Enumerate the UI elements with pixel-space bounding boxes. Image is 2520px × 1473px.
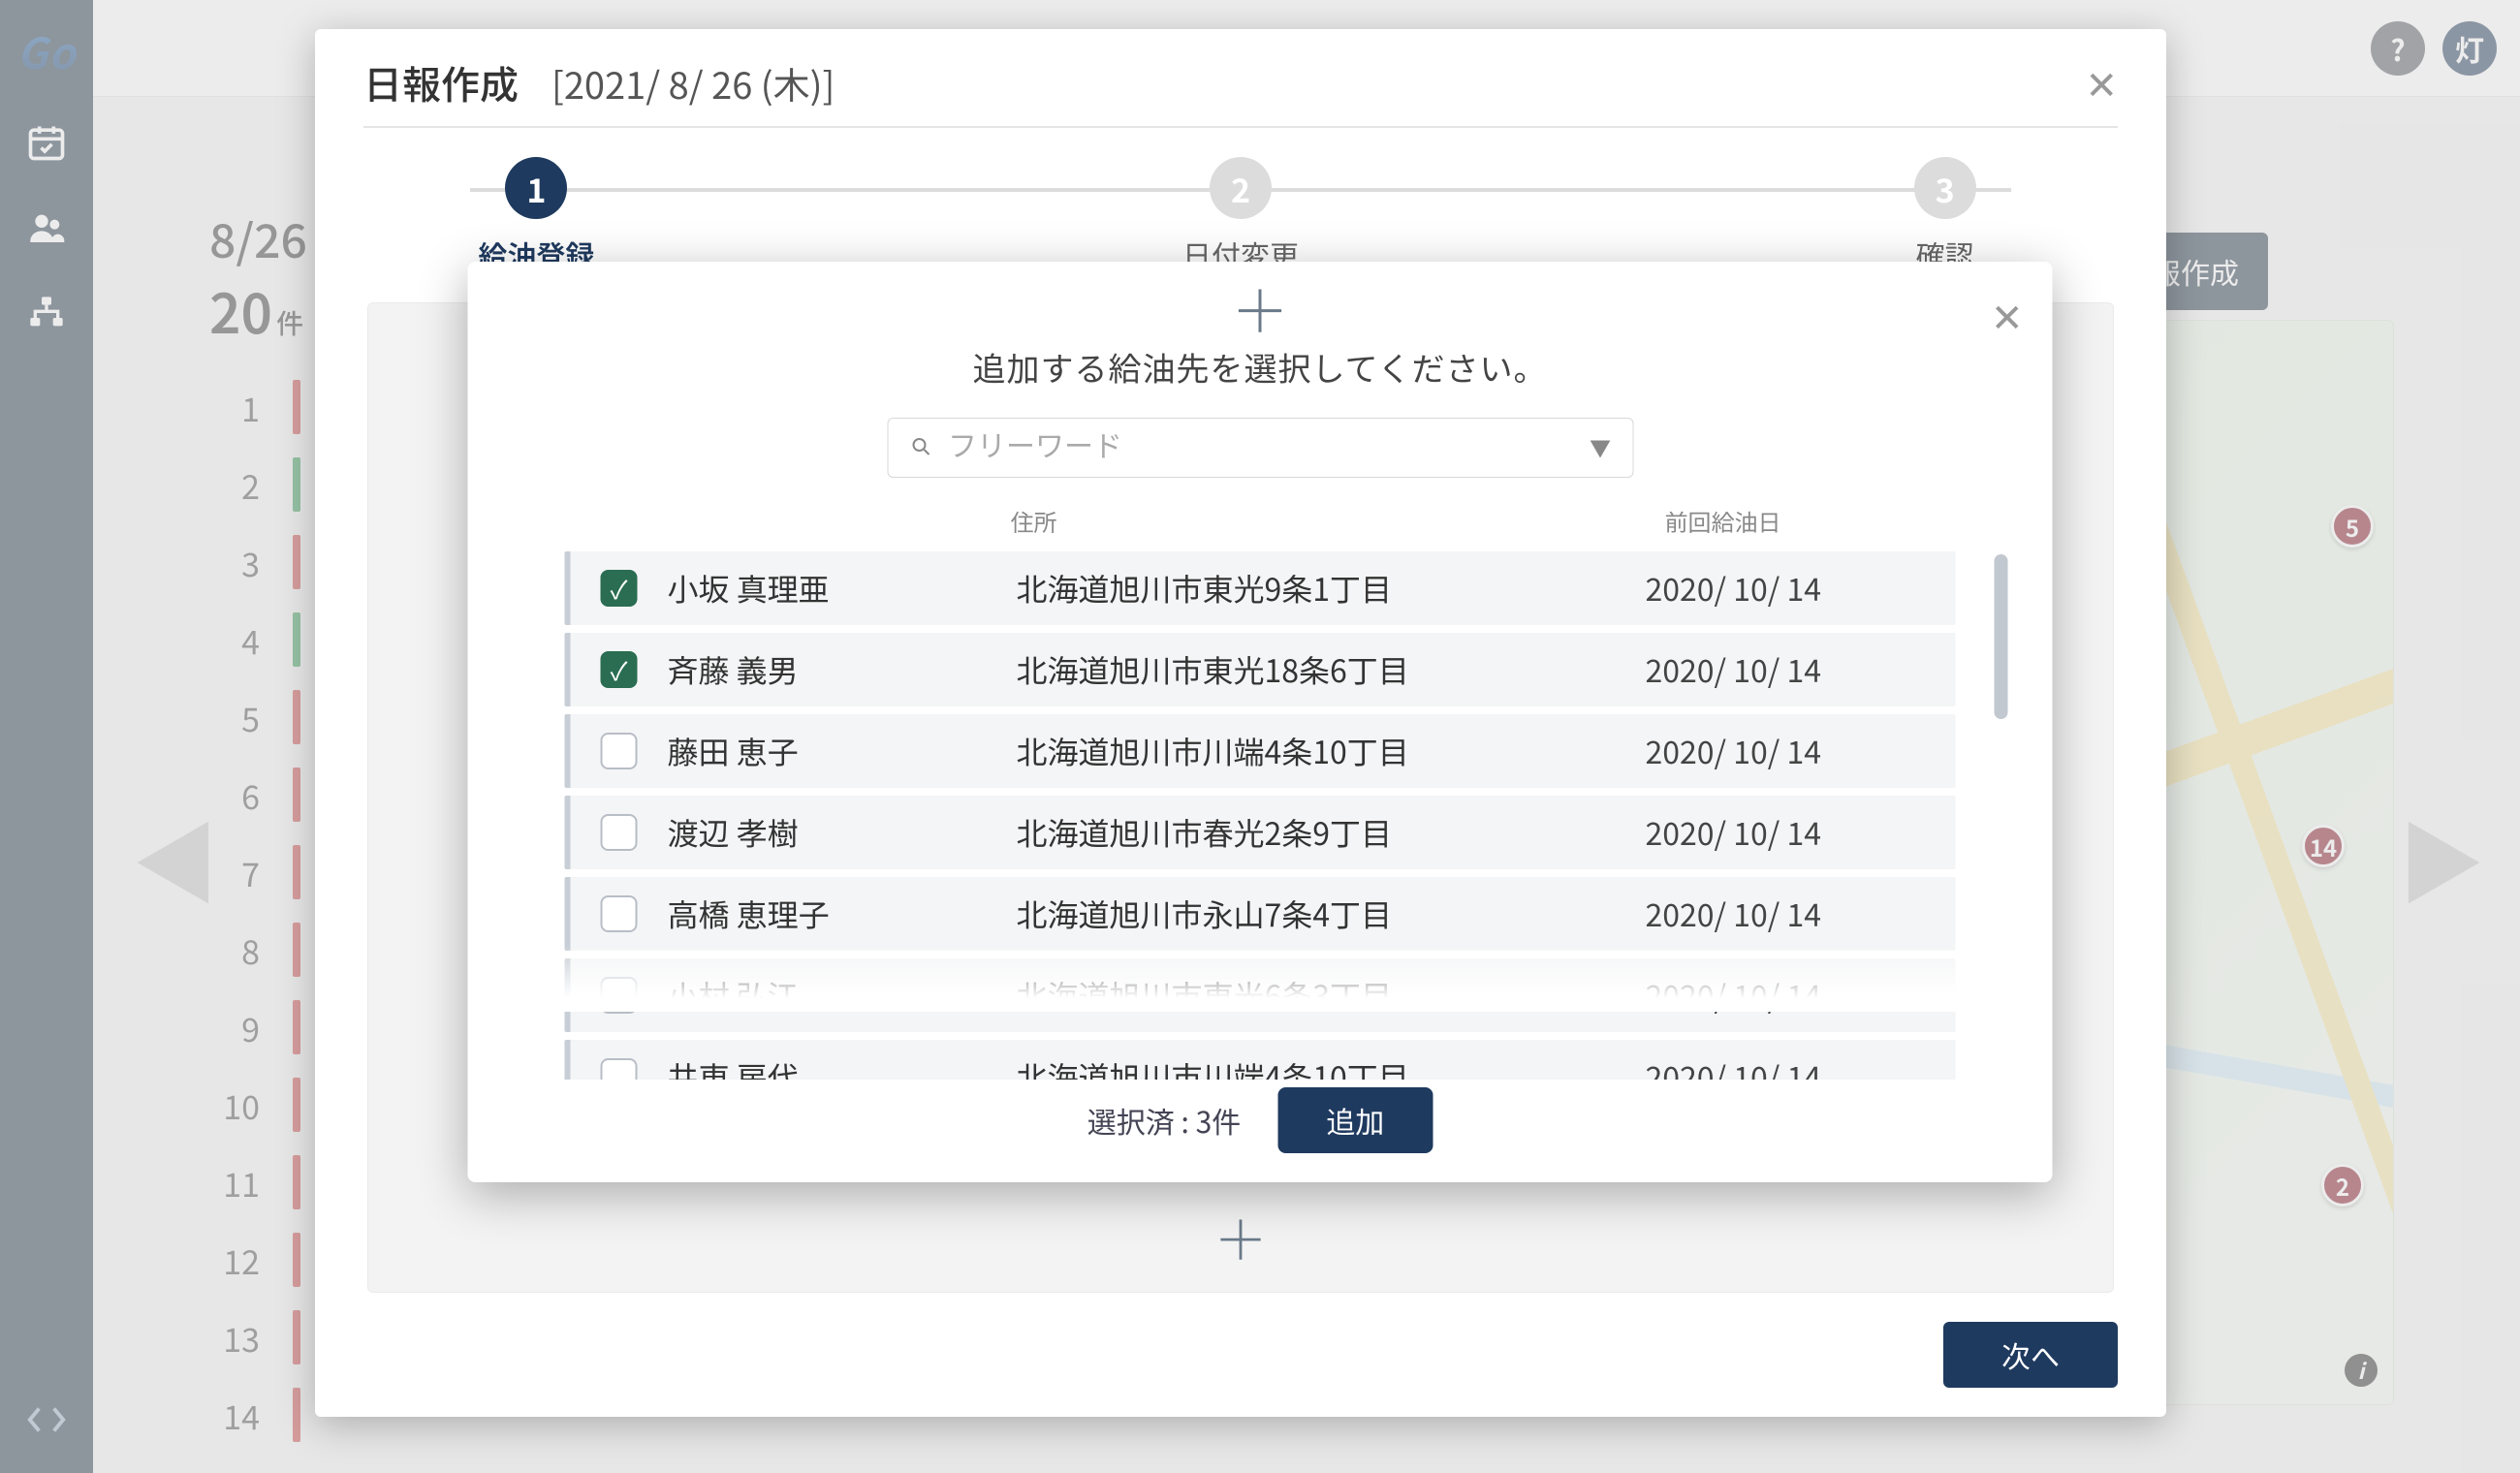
checkbox[interactable] <box>601 1058 638 1080</box>
table-row[interactable]: ✓ 小坂 真理亜北海道旭川市東光9条1丁目2020/ 10/ 14 <box>565 551 1956 625</box>
cell-date: 2020/ 10/ 14 <box>1646 566 1937 611</box>
cell-address: 北海道旭川市川端4条10丁目 <box>1017 729 1646 773</box>
cell-address: 北海道旭川市春光2条9丁目 <box>1017 810 1646 855</box>
cell-name: 高橋 恵理子 <box>668 892 1017 936</box>
checkbox[interactable]: ✓ <box>601 570 638 607</box>
destination-picker-modal: ✕ ＋ 追加する給油先を選択してください。 ▼ 住所 前回給油日 ✓ 小坂 真理亜… <box>468 262 2053 1182</box>
checkbox[interactable]: ✓ <box>601 651 638 688</box>
checkbox[interactable] <box>601 814 638 851</box>
table-row[interactable]: 藤田 恵子北海道旭川市川端4条10丁目2020/ 10/ 14 <box>565 714 1956 788</box>
cell-address: 北海道旭川市東光9条1丁目 <box>1017 566 1646 611</box>
selected-prefix: 選択済 : <box>1087 1099 1196 1142</box>
table-header: 住所 前回給油日 <box>507 504 2014 544</box>
cell-date: 2020/ 10/ 14 <box>1646 1054 1937 1080</box>
cell-name: 藤田 恵子 <box>668 729 1017 773</box>
cell-date: 2020/ 10/ 14 <box>1646 647 1937 692</box>
col-address: 住所 <box>1011 504 1665 538</box>
step-number: 3 <box>1914 157 1976 219</box>
search-field[interactable]: ▼ <box>887 418 1633 478</box>
cell-name: 小坂 真理亜 <box>668 566 1017 611</box>
table-row[interactable]: 高橋 恵理子北海道旭川市永山7条4丁目2020/ 10/ 14 <box>565 877 1956 951</box>
selected-count: 選択済 : 3件 <box>1087 1099 1241 1142</box>
add-button[interactable]: 追加 <box>1277 1087 1433 1153</box>
modal-date: [2021/ 8/ 26 (木)] <box>551 56 835 110</box>
checkbox[interactable] <box>601 733 638 769</box>
step-1[interactable]: 1 給油登録 <box>415 157 657 275</box>
scrollbar-thumb[interactable] <box>1995 554 2008 719</box>
step-number: 2 <box>1210 157 1272 219</box>
checkbox[interactable] <box>601 977 638 1014</box>
close-icon[interactable]: ✕ <box>1991 287 2024 343</box>
step-3[interactable]: 3 確認 <box>1824 157 2066 275</box>
col-lastfuel: 前回給油日 <box>1665 504 1956 538</box>
table-row[interactable]: 井東 房代北海道旭川市川端4条10丁目2020/ 10/ 14 <box>565 1040 1956 1080</box>
search-input[interactable] <box>948 431 1574 464</box>
cell-address: 北海道旭川市永山7条4丁目 <box>1017 892 1646 936</box>
cell-name: 渡辺 孝樹 <box>668 810 1017 855</box>
table-row[interactable]: 渡辺 孝樹北海道旭川市春光2条9丁目2020/ 10/ 14 <box>565 796 1956 869</box>
step-number: 1 <box>505 157 567 219</box>
plus-icon[interactable]: ＋ <box>1213 1198 1268 1276</box>
cell-date: 2020/ 10/ 14 <box>1646 892 1937 936</box>
cell-name: 井東 房代 <box>668 1054 1017 1080</box>
cell-name: 小村 弘江 <box>668 973 1017 1018</box>
plus-icon: ＋ <box>507 279 2014 337</box>
picker-table: 住所 前回給油日 ✓小坂 真理亜北海道旭川市東光9条1丁目2020/ 10/ 1… <box>507 503 2014 1080</box>
next-button[interactable]: 次へ <box>1943 1322 2118 1388</box>
table-row[interactable]: 小村 弘江北海道旭川市東光6条3丁目2020/ 10/ 14 <box>565 958 1956 1032</box>
cell-date: 2020/ 10/ 14 <box>1646 973 1937 1018</box>
checkbox[interactable] <box>601 895 638 932</box>
search-icon <box>909 428 932 467</box>
cell-date: 2020/ 10/ 14 <box>1646 729 1937 773</box>
selected-suffix: 件 <box>1212 1099 1241 1142</box>
chevron-down-icon[interactable]: ▼ <box>1590 432 1611 463</box>
cell-name: 斉藤 義男 <box>668 647 1017 692</box>
table-body: ✓小坂 真理亜北海道旭川市東光9条1丁目2020/ 10/ 14✓斉藤 義男北海… <box>507 544 2014 1080</box>
selected-number: 3 <box>1196 1099 1213 1142</box>
cell-address: 北海道旭川市東光18条6丁目 <box>1017 647 1646 692</box>
modal-title: 日報作成 <box>363 54 519 110</box>
cell-date: 2020/ 10/ 14 <box>1646 810 1937 855</box>
picker-title: 追加する給油先を選択してください。 <box>507 343 2014 391</box>
divider <box>363 126 2118 128</box>
step-2[interactable]: 2 日付変更 <box>1119 157 1362 275</box>
cell-address: 北海道旭川市川端4条10丁目 <box>1017 1054 1646 1080</box>
close-icon[interactable]: ✕ <box>2085 54 2118 110</box>
cell-address: 北海道旭川市東光6条3丁目 <box>1017 973 1646 1018</box>
table-row[interactable]: ✓ 斉藤 義男北海道旭川市東光18条6丁目2020/ 10/ 14 <box>565 633 1956 706</box>
